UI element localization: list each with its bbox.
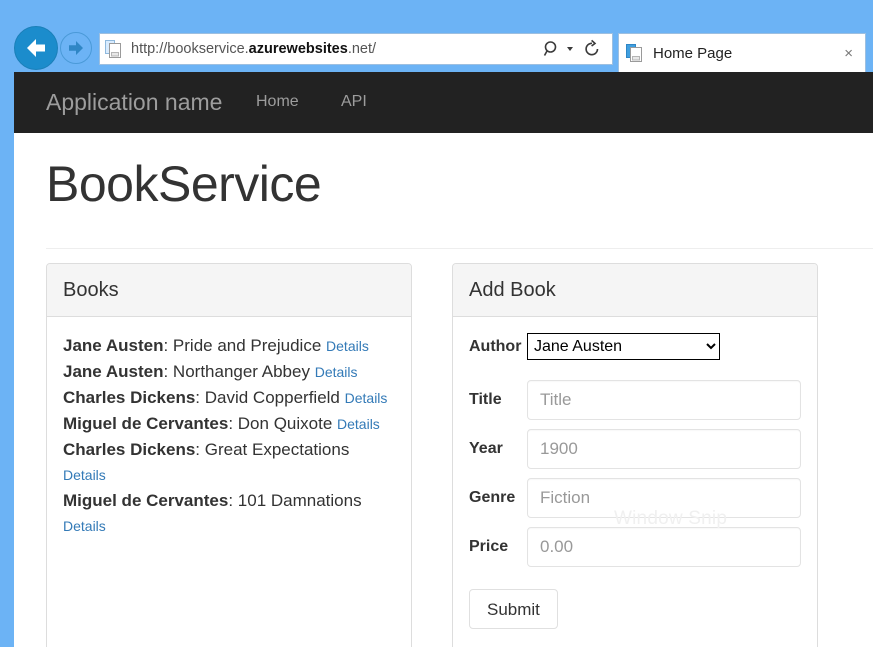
page-viewport: Application name Home API BookService Bo… [14, 72, 873, 647]
url-scheme: http://bookservice. [131, 41, 249, 57]
book-title: David Copperfield [205, 388, 340, 407]
price-input[interactable] [527, 527, 801, 567]
nav-link-api[interactable]: API [341, 91, 367, 113]
page-document-icon [626, 43, 644, 63]
books-panel-title: Books [63, 279, 119, 302]
genre-field-row: Genre [469, 478, 801, 518]
refresh-icon[interactable] [578, 39, 606, 59]
list-item: Miguel de Cervantes: 101 Damnations Deta… [63, 488, 395, 539]
book-separator: : [195, 440, 204, 459]
browser-navigation-buttons [14, 26, 94, 70]
book-author: Miguel de Cervantes [63, 414, 228, 433]
book-title: 101 Damnations [238, 491, 362, 510]
book-separator: : [163, 362, 172, 381]
back-button[interactable] [14, 26, 58, 70]
url-text: http://bookservice.azurewebsites.net/ [123, 41, 542, 57]
year-field-row: Year [469, 429, 801, 469]
book-separator: : [163, 336, 172, 355]
page-title: BookService [46, 155, 321, 213]
books-list: Jane Austen: Pride and Prejudice Details… [63, 333, 395, 539]
year-input[interactable] [527, 429, 801, 469]
book-details-link[interactable]: Details [337, 416, 380, 432]
book-details-link[interactable]: Details [345, 390, 388, 406]
book-details-link[interactable]: Details [326, 338, 369, 354]
title-input[interactable] [527, 380, 801, 420]
browser-chrome-left-edge [0, 72, 14, 647]
books-panel-body: Jane Austen: Pride and Prejudice Details… [47, 317, 411, 555]
book-details-link[interactable]: Details [63, 467, 106, 483]
book-details-link[interactable]: Details [63, 518, 106, 534]
browser-tab[interactable]: Home Page × [618, 33, 866, 72]
author-field-row: Author Jane AustenCharles DickensMiguel … [469, 333, 801, 360]
price-field-row: Price [469, 527, 801, 567]
genre-label: Genre [469, 489, 527, 507]
chevron-down-icon[interactable] [565, 39, 575, 59]
price-label: Price [469, 538, 527, 556]
address-bar[interactable]: http://bookservice.azurewebsites.net/ [99, 33, 613, 65]
books-panel: Books Jane Austen: Pride and Prejudice D… [46, 263, 412, 647]
book-author: Jane Austen [63, 362, 163, 381]
site-navbar: Application name Home API [14, 72, 873, 133]
url-rest: .net/ [348, 41, 376, 57]
close-icon[interactable]: × [844, 46, 865, 61]
book-separator: : [228, 414, 237, 433]
title-divider [46, 248, 873, 249]
title-label: Title [469, 391, 527, 409]
author-select[interactable]: Jane AustenCharles DickensMiguel de Cerv… [527, 333, 720, 360]
submit-button[interactable]: Submit [469, 589, 558, 629]
add-book-panel-title: Add Book [469, 279, 556, 302]
genre-input[interactable] [527, 478, 801, 518]
book-separator: : [228, 491, 237, 510]
add-book-form: Author Jane AustenCharles DickensMiguel … [469, 333, 801, 629]
book-title: Don Quixote [238, 414, 333, 433]
add-book-panel-heading: Add Book [453, 264, 817, 317]
book-title: Great Expectations [205, 440, 350, 459]
page-document-icon [105, 39, 123, 59]
add-book-panel-body: Author Jane AustenCharles DickensMiguel … [453, 317, 817, 645]
forward-arrow-icon [61, 33, 91, 63]
list-item: Charles Dickens: David Copperfield Detai… [63, 385, 395, 411]
book-author: Miguel de Cervantes [63, 491, 228, 510]
book-details-link[interactable]: Details [315, 364, 358, 380]
browser-tab-title: Home Page [644, 45, 844, 62]
year-label: Year [469, 440, 527, 458]
url-host: azurewebsites [249, 41, 348, 57]
forward-button[interactable] [60, 32, 92, 64]
books-panel-heading: Books [47, 264, 411, 317]
list-item: Jane Austen: Pride and Prejudice Details [63, 333, 395, 359]
list-item: Jane Austen: Northanger Abbey Details [63, 359, 395, 385]
back-arrow-icon [15, 27, 57, 69]
author-label: Author [469, 338, 527, 356]
book-author: Charles Dickens [63, 440, 195, 459]
search-magnifier-icon[interactable] [542, 39, 562, 59]
book-title: Pride and Prejudice [173, 336, 321, 355]
book-title: Northanger Abbey [173, 362, 310, 381]
navbar-brand[interactable]: Application name [46, 84, 222, 120]
list-item: Miguel de Cervantes: Don Quixote Details [63, 411, 395, 437]
nav-link-home[interactable]: Home [256, 91, 299, 113]
title-field-row: Title [469, 380, 801, 420]
book-author: Jane Austen [63, 336, 163, 355]
address-bar-controls [542, 39, 612, 59]
book-separator: : [195, 388, 204, 407]
add-book-panel: Add Book Author Jane AustenCharles Dicke… [452, 263, 818, 647]
book-author: Charles Dickens [63, 388, 195, 407]
list-item: Charles Dickens: Great Expectations Deta… [63, 437, 395, 488]
